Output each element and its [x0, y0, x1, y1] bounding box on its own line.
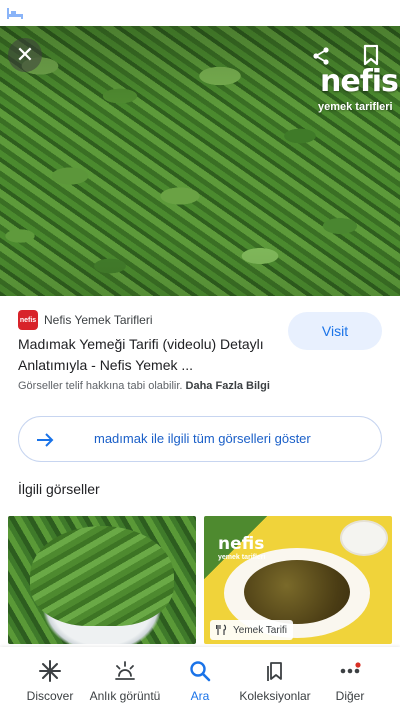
copyright-text: Görseller telif hakkına tabi olabilir.: [18, 380, 183, 392]
close-button[interactable]: ✕: [8, 38, 42, 72]
nav-label: Koleksiyonlar: [239, 689, 311, 703]
learn-more-link[interactable]: Daha Fazla Bilgi: [186, 380, 270, 392]
nav-label: Discover: [26, 689, 74, 703]
visit-button[interactable]: Visit: [288, 312, 382, 350]
watermark-subtitle: yemek tarifleri: [318, 101, 393, 113]
source-row[interactable]: nefis Nefis Yemek Tarifleri: [18, 309, 153, 331]
status-bar: [0, 0, 400, 26]
related-image-1[interactable]: [8, 516, 196, 644]
site-logo: nefis: [18, 310, 38, 330]
site-name[interactable]: Nefis Yemek Tarifleri: [44, 313, 153, 327]
food: [244, 560, 350, 624]
snapshot-icon: [115, 661, 135, 680]
copyright-notice: Görseller telif hakkına tabi olabilir. D…: [18, 380, 270, 392]
nav-label: Diğer: [335, 689, 365, 703]
fork-knife-icon: [216, 624, 227, 635]
related-image-2[interactable]: nefis yemek tarifleri Yemek Tarifi: [204, 516, 392, 644]
bookmark-icon[interactable]: [362, 44, 380, 66]
result-title[interactable]: Madımak Yemeği Tarifi (videolu) Detaylı …: [18, 334, 280, 376]
nav-label: Anlık görüntü: [89, 689, 161, 703]
nav-label: Ara: [190, 689, 210, 703]
related-images-heading: İlgili görseller: [18, 481, 100, 497]
related-image-1-leaves: [30, 526, 174, 626]
nav-more[interactable]: Diğer: [318, 647, 382, 711]
arrow-right-icon: [37, 433, 54, 447]
nav-snapshot[interactable]: Anlık görüntü: [82, 647, 168, 711]
close-icon: ✕: [15, 42, 35, 67]
watermark-brand: nefis: [320, 64, 399, 99]
nav-discover[interactable]: Discover: [8, 647, 92, 711]
hero-image[interactable]: ✕ nefis yemek tarifleri: [0, 26, 400, 296]
recipe-badge: Yemek Tarifi: [210, 620, 293, 640]
bottom-navigation: Discover Anlık görüntü Ara Koleksiyonlar: [0, 647, 400, 711]
more-dots-icon: [340, 662, 361, 674]
nav-collections[interactable]: Koleksiyonlar: [232, 647, 318, 711]
asterisk-icon: [39, 660, 61, 682]
collections-icon: [267, 662, 282, 681]
bed-icon: [7, 8, 23, 19]
share-icon[interactable]: [311, 46, 331, 66]
thumb-watermark-subtitle: yemek tarifleri: [218, 554, 266, 561]
see-all-images-label: madımak ile ilgili tüm görselleri göster: [94, 431, 311, 446]
see-all-images-button[interactable]: madımak ile ilgili tüm görselleri göster: [18, 416, 382, 462]
recipe-badge-label: Yemek Tarifi: [233, 624, 287, 636]
nav-search[interactable]: Ara: [164, 647, 236, 711]
thumb-watermark-brand: nefis: [218, 534, 265, 554]
yogurt-bowl: [340, 520, 388, 556]
search-icon: [190, 661, 211, 682]
